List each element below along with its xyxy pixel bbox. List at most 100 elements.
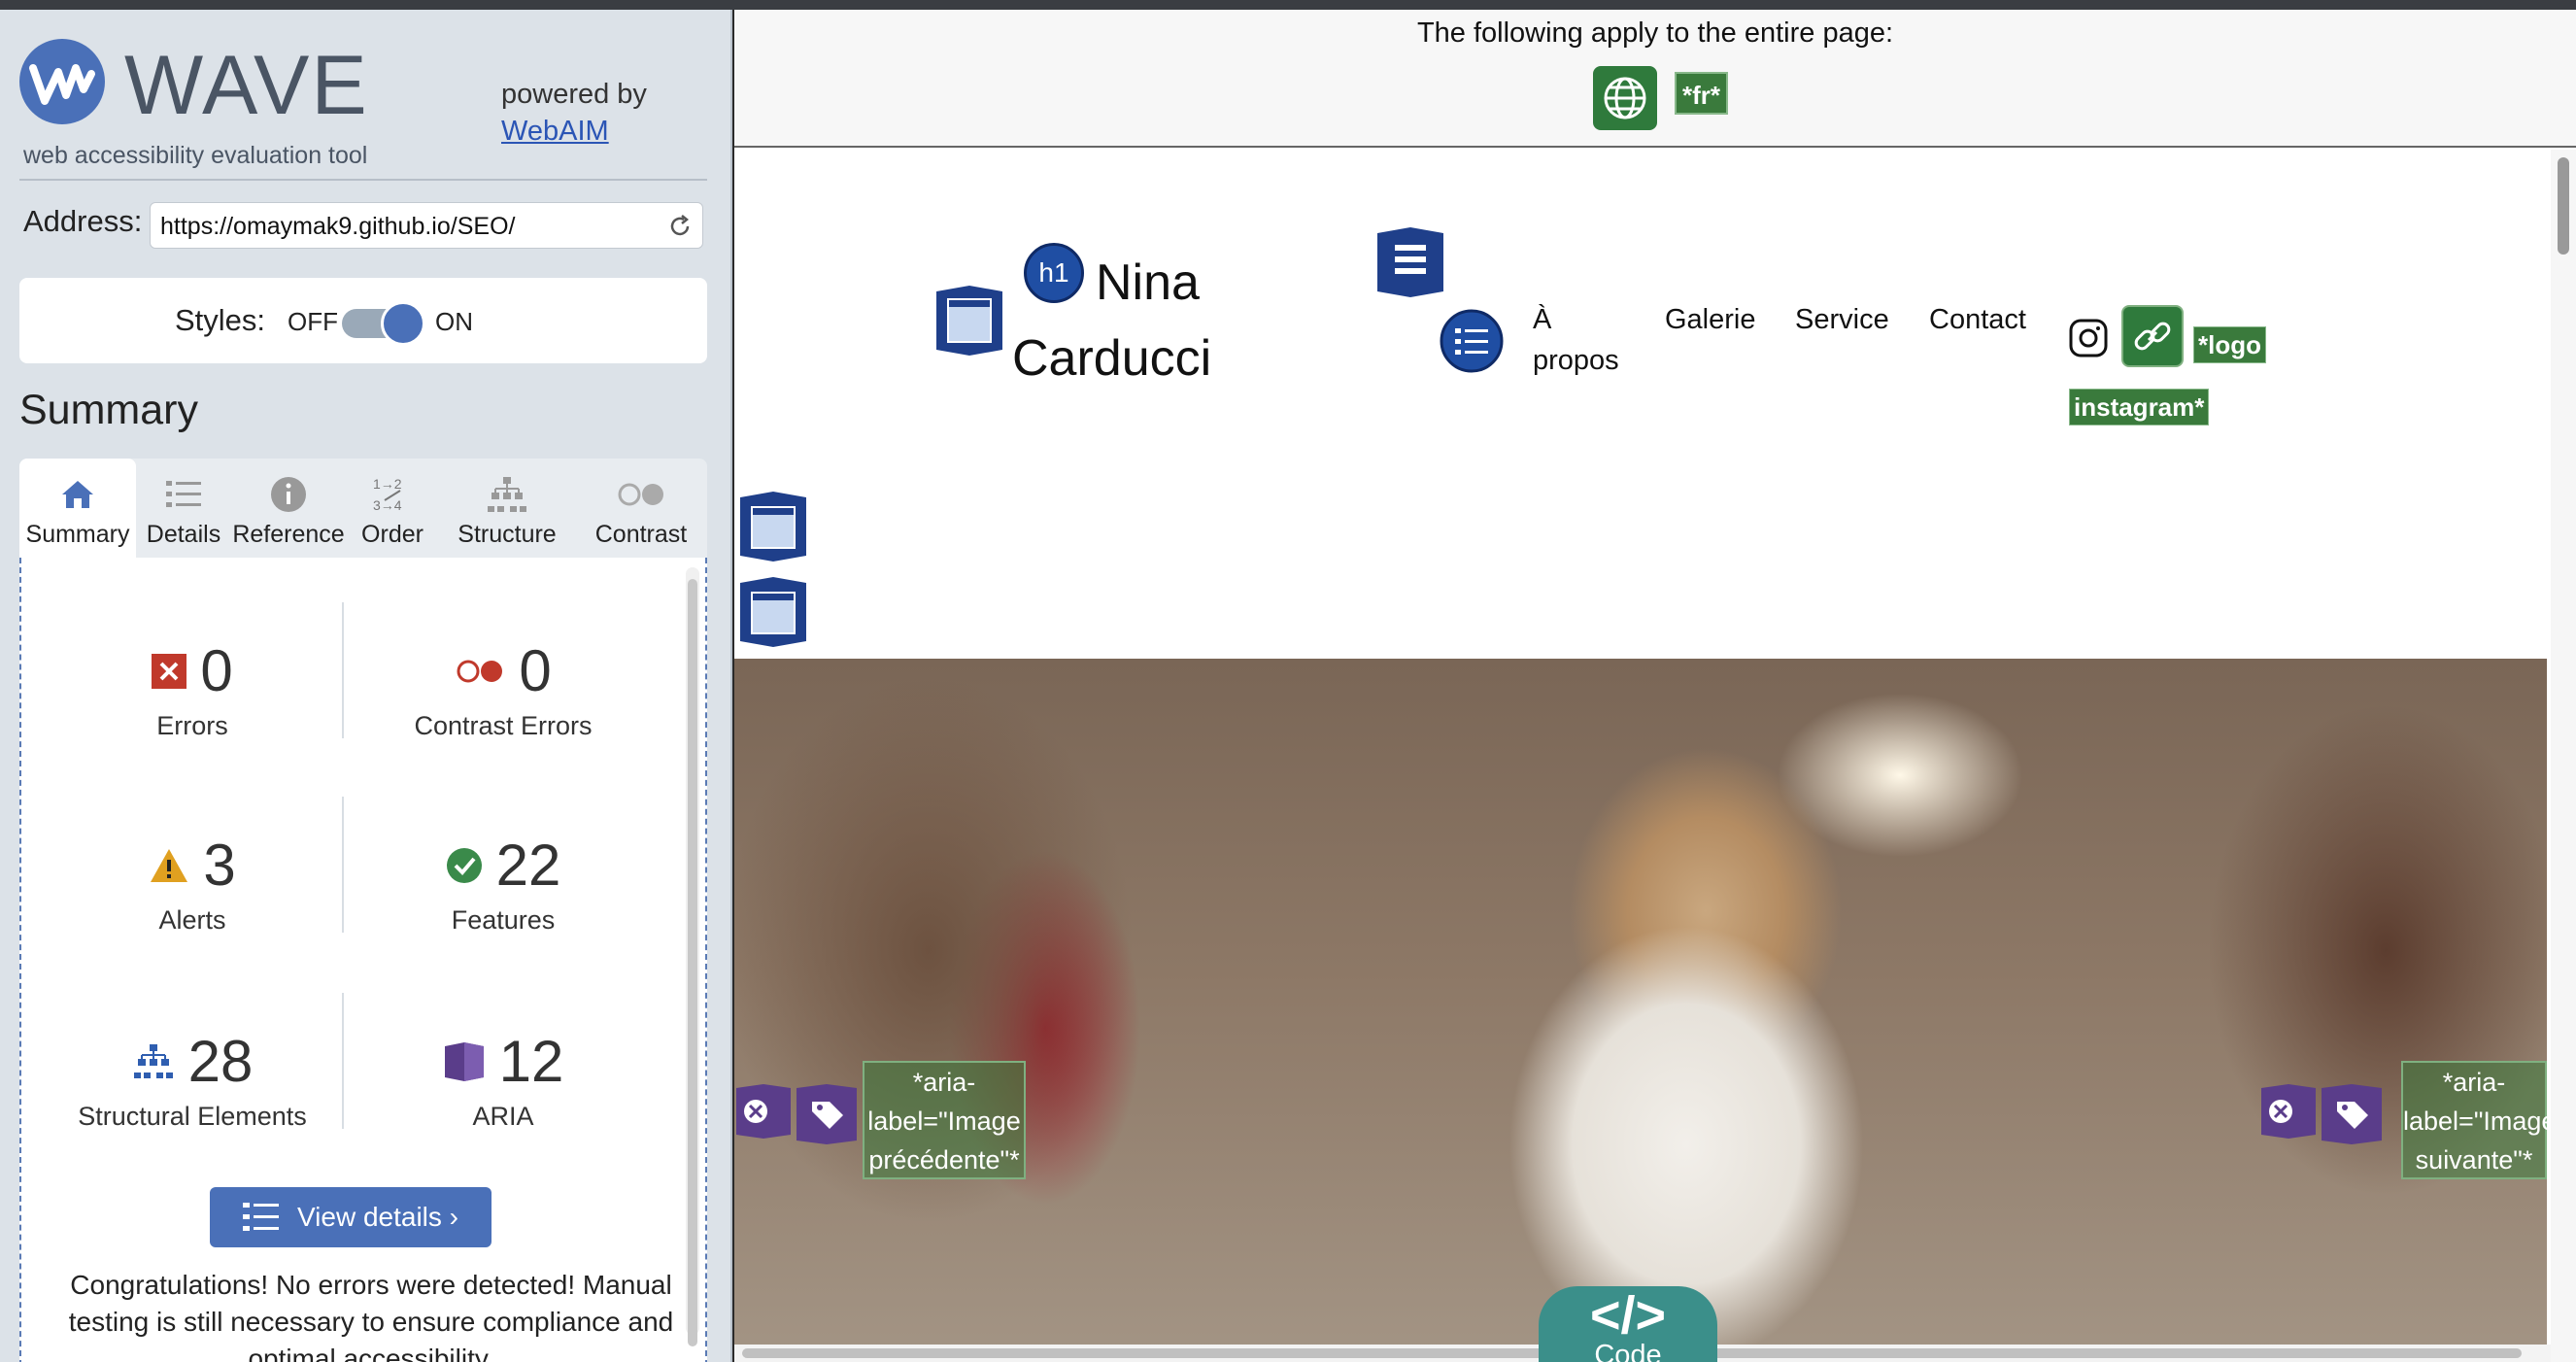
prev-control-icons[interactable] [734,1082,859,1146]
wave-logo-icon [19,39,105,124]
powered-by-text: powered by [501,79,647,110]
wave-logo[interactable]: WAVE web accessibility evaluation tool [19,39,369,175]
wave-logo-text: WAVE [124,39,369,132]
next-control-icons[interactable] [2259,1082,2384,1146]
panel-tabs: Summary Details Reference 1→2 3→4 Order S… [19,459,707,558]
tab-structure-label: Structure [458,521,557,548]
stat-aria[interactable]: 12 ARIA [357,1028,649,1132]
congrats-message: Congratulations! No errors were detected… [68,1270,674,1362]
nav-link-gallery[interactable]: Galerie [1665,299,1756,340]
tab-reference[interactable]: Reference [231,459,346,558]
order-icon: 1→23→4 [373,476,402,513]
tab-summary[interactable]: Summary [19,459,136,558]
site-title: Nina Carducci [1012,245,1265,396]
features-label: Features [451,905,556,935]
aria-label: ARIA [472,1102,534,1131]
errors-label: Errors [156,711,228,740]
language-icon[interactable] [1593,66,1657,130]
logo-alt-text: *logo [2193,326,2266,363]
view-details-button[interactable]: View details › [210,1187,491,1247]
stat-divider [342,602,344,738]
stat-contrast-errors[interactable]: 0 Contrast Errors [357,637,649,741]
list-badge-icon[interactable] [1440,309,1504,373]
tab-summary-label: Summary [25,521,130,548]
structural-count: 28 [187,1029,254,1094]
aria-count: 12 [498,1029,564,1094]
stat-features[interactable]: 22 Features [357,832,649,936]
tab-reference-label: Reference [232,521,345,548]
list-icon [242,1203,279,1231]
styles-off-label: OFF [288,307,338,336]
stat-divider [342,797,344,933]
nav-link-contact[interactable]: Contact [1929,299,2026,340]
powered-by: powered by WebAIM [501,76,647,150]
stat-structural[interactable]: 28 Structural Elements [47,1028,338,1132]
styles-toggle[interactable] [342,301,425,346]
aria-hidden-icon [2261,1084,2316,1139]
code-icon: </> [1589,1286,1667,1345]
info-icon [271,477,306,512]
stat-alerts[interactable]: 3 Alerts [47,832,338,936]
summary-heading: Summary [19,387,198,433]
errors-count: 0 [200,638,233,703]
language-tag: *fr* [1675,72,1729,115]
panel-scrollbar[interactable] [686,567,699,1346]
page-level-bar: The following apply to the entire page: … [734,10,2576,148]
alerts-label: Alerts [158,905,226,935]
instagram-icon[interactable] [2067,317,2110,359]
page-preview: The following apply to the entire page: … [734,10,2576,1362]
aria-hidden-icon [736,1084,791,1139]
tab-order-label: Order [361,521,424,548]
window-top-bar [0,0,2576,10]
divider [19,179,707,181]
aria-main-icon[interactable] [738,490,808,563]
site-content: h1 Nina Carducci À propos Galerie Servic… [734,150,2551,1362]
reload-icon[interactable] [667,214,693,239]
webaim-link[interactable]: WebAIM [501,113,647,150]
aria-label-icon [797,1084,857,1144]
stat-errors[interactable]: 0 Errors [47,637,338,741]
next-aria-label: *aria-label="Image suivante"* [2401,1061,2556,1179]
styles-label: Styles: [175,303,266,337]
structure-icon [488,477,526,512]
aria-icon [444,1042,484,1081]
structural-label: Structural Elements [78,1102,307,1131]
tab-structure[interactable]: Structure [439,459,575,558]
globe-icon [1604,77,1646,119]
panel-scrollbar-thumb[interactable] [688,579,697,1346]
hero-image [734,659,2547,1352]
tab-details[interactable]: Details [136,459,231,558]
summary-panel: 0 Errors 0 Contrast Errors 3 Alerts 22 F… [19,558,707,1362]
tab-contrast[interactable]: Contrast [575,459,707,558]
contrast-errors-count: 0 [519,638,552,703]
stat-divider [342,993,344,1129]
address-field [150,202,703,249]
tab-order[interactable]: 1→2 3→4 Order [346,459,439,558]
list-icon [166,481,201,507]
code-label: Code [1594,1340,1662,1362]
code-toggle-button[interactable]: </> Code [1539,1286,1717,1362]
site-title-line2: Carducci [1012,330,1212,387]
tab-contrast-label: Contrast [594,521,688,548]
page-vertical-scrollbar[interactable] [2551,150,2576,1362]
chain-link-icon [2134,322,2171,351]
svg-text:3→4: 3→4 [373,497,402,513]
feature-check-icon [446,848,482,883]
aria-label-icon [2322,1084,2382,1144]
page-vertical-scrollbar-thumb[interactable] [2558,157,2569,255]
contrast-error-icon [457,660,503,683]
aria-nav-icon[interactable] [1375,225,1445,299]
home-icon [62,481,93,508]
address-input[interactable] [160,209,646,244]
styles-toggle-panel: Styles: OFF ON [19,278,707,363]
link-feature-icon[interactable] [2121,305,2184,367]
aria-section-icon[interactable] [738,575,808,649]
aria-header-icon[interactable] [934,284,1004,358]
toggle-knob [381,301,425,346]
nav-link-service[interactable]: Service [1795,299,1889,340]
nav-link-about[interactable]: À propos [1533,299,1640,381]
contrast-icon [618,483,663,506]
view-details-label: View details › [296,1202,458,1232]
logo-alt-text-2: instagram* [2069,389,2210,426]
features-count: 22 [495,833,561,898]
